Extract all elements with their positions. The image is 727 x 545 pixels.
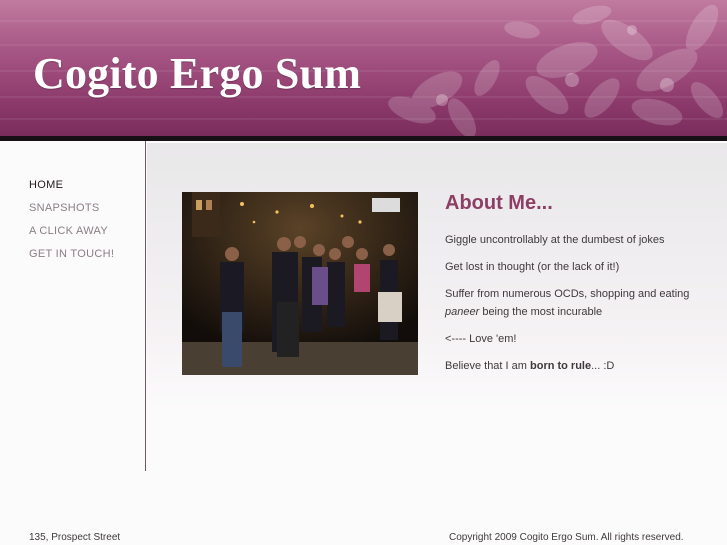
footer-address: 135, Prospect Street bbox=[29, 532, 121, 543]
about-line-rule-pre: Believe that I am bbox=[445, 360, 530, 372]
about-section: About Me... Giggle uncontrollably at the… bbox=[445, 192, 695, 384]
about-line-rule: Believe that I am born to rule... :D bbox=[445, 357, 695, 375]
nav-item-snapshots[interactable]: SNAPSHOTS bbox=[29, 201, 114, 224]
nav-item-get-in-touch[interactable]: GET IN TOUCH! bbox=[29, 247, 114, 270]
flower-decoration-icon bbox=[388, 4, 724, 136]
about-title: About Me... bbox=[445, 192, 553, 214]
about-line-love: <---- Love 'em! bbox=[445, 333, 517, 345]
sidebar-divider bbox=[145, 141, 146, 471]
about-line-ocds-pre: Suffer from numerous OCDs, shopping and … bbox=[445, 288, 690, 300]
about-line-ocds-em: paneer bbox=[445, 306, 480, 318]
main-nav: HOME SNAPSHOTS A CLICK AWAY GET IN TOUCH… bbox=[29, 178, 114, 270]
site-header: Cogito Ergo Sum bbox=[0, 0, 727, 136]
group-photo-icon bbox=[182, 192, 418, 375]
about-line-ocds-post: being the most incurable bbox=[479, 306, 603, 318]
nav-item-home[interactable]: HOME bbox=[29, 178, 114, 201]
site-title: Cogito Ergo Sum bbox=[33, 49, 362, 98]
header-divider bbox=[0, 136, 727, 141]
about-line-rule-bold: born to rule bbox=[530, 360, 592, 372]
about-line-rule-post: ... :D bbox=[591, 360, 615, 372]
about-line-ocds: Suffer from numerous OCDs, shopping and … bbox=[445, 285, 695, 321]
about-line-thought: Get lost in thought (or the lack of it!) bbox=[445, 261, 620, 273]
footer-copyright: Copyright 2009 Cogito Ergo Sum. All righ… bbox=[449, 532, 684, 543]
about-line-jokes: Giggle uncontrollably at the dumbest of … bbox=[445, 234, 665, 246]
group-photo bbox=[182, 192, 418, 375]
nav-item-a-click-away[interactable]: A CLICK AWAY bbox=[29, 224, 114, 247]
